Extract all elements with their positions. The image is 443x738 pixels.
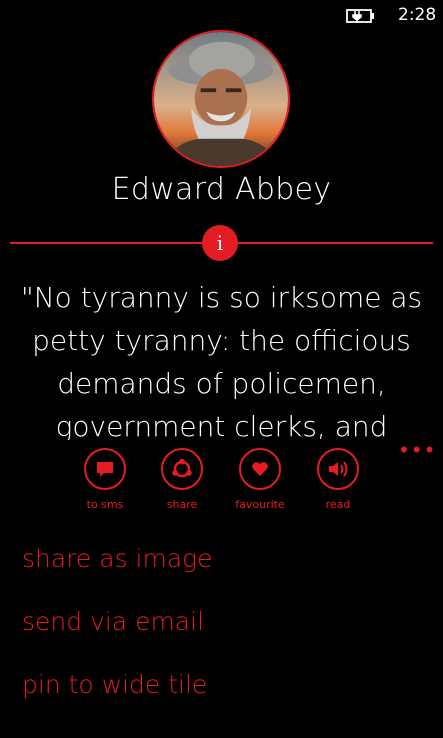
app-bar-menu: share as image send via email pin to wid… bbox=[22, 538, 213, 727]
menu-item-send-via-email[interactable]: send via email bbox=[22, 601, 213, 664]
to-sms-button[interactable]: to sms bbox=[65, 448, 145, 511]
battery-charging-icon bbox=[346, 9, 374, 23]
menu-item-pin-to-wide-tile[interactable]: pin to wide tile bbox=[22, 664, 213, 727]
read-label: read bbox=[325, 498, 351, 511]
favourite-label: favourite bbox=[235, 498, 285, 511]
quote-container: "No tyranny is so irksome as petty tyran… bbox=[10, 276, 433, 440]
share-icon bbox=[172, 458, 192, 478]
favourite-button[interactable]: favourite bbox=[220, 448, 300, 511]
speaker-icon bbox=[329, 461, 348, 477]
share-label: share bbox=[166, 498, 198, 511]
message-icon bbox=[97, 462, 113, 477]
heart-icon bbox=[252, 462, 268, 476]
to-sms-label: to sms bbox=[86, 498, 124, 511]
share-button[interactable]: share bbox=[142, 448, 222, 511]
read-button[interactable]: read bbox=[298, 448, 378, 511]
status-time: 2:28 bbox=[398, 5, 437, 25]
author-avatar bbox=[152, 30, 290, 168]
quote-text: "No tyranny is so irksome as petty tyran… bbox=[20, 281, 423, 440]
status-bar: 2:28 bbox=[0, 0, 443, 32]
app-bar: to sms share favourite read bbox=[0, 448, 443, 518]
author-name: Edward Abbey bbox=[111, 172, 332, 207]
menu-item-share-as-image[interactable]: share as image bbox=[22, 538, 213, 601]
info-icon[interactable]: i bbox=[202, 225, 238, 261]
